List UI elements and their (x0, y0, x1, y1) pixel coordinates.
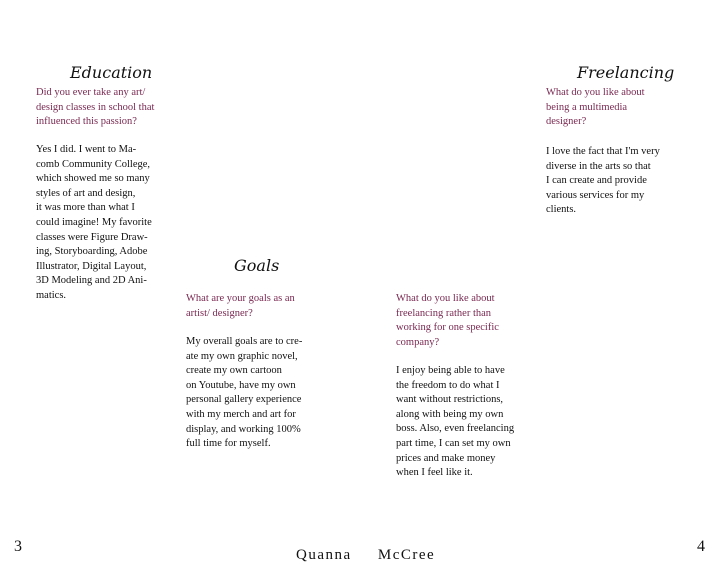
author-name-footer: Quanna McCree (296, 547, 436, 563)
text-line: artist/ designer? (186, 307, 253, 319)
text-line: when I feel like it. (396, 467, 473, 479)
text-line: part time, I can set my own (396, 437, 511, 449)
text-line: which showed me so many (36, 173, 150, 185)
text-line: matics. (36, 289, 67, 301)
freelancing-vs-company-question: What do you like about freelancing rather… (396, 292, 499, 350)
text-line: with my merch and art for (186, 408, 296, 420)
text-line: influenced this passion? (36, 116, 137, 128)
text-line: ing, Storyboarding, Adobe (36, 246, 148, 258)
text-line: want without restrictions, (396, 394, 504, 406)
text-line: comb Community College, (36, 158, 151, 170)
text-line: What do you like about (546, 87, 645, 98)
text-line: ate my own graphic novel, (186, 350, 298, 362)
text-line: boss. Also, even freelancing (396, 423, 515, 435)
text-line: styles of art and design, (36, 187, 136, 199)
text-line: working for one specific (396, 322, 499, 334)
education-heading: Education (70, 63, 153, 82)
text-line: various services for my (546, 189, 645, 201)
text-line: freelancing rather than (396, 307, 492, 319)
text-line: clients. (546, 204, 577, 216)
text-line: create my own cartoon (186, 365, 282, 377)
text-line: display, and working 100% (186, 423, 301, 435)
text-line: prices and make money (396, 452, 496, 464)
text-line: could imagine! My favorite (36, 216, 152, 228)
text-line: What are your goals as an (186, 293, 295, 304)
text-line: designer? (546, 116, 587, 128)
text-line: full time for myself. (186, 438, 271, 450)
text-line: Did you ever take any art/ (36, 87, 146, 98)
text-line: Yes I did. I went to Ma- (36, 144, 137, 155)
text-line: being a multimedia (546, 101, 628, 113)
page-number-left: 3 (14, 538, 22, 555)
text-line: the freedom to do what I (396, 379, 500, 391)
text-line: company? (396, 336, 440, 348)
text-line: I can create and provide (546, 175, 647, 187)
text-line: Illustrator, Digital Layout, (36, 260, 147, 272)
goals-question: What are your goals as an artist/ designe… (186, 292, 295, 321)
text-line: diverse in the arts so that (546, 160, 651, 172)
text-line: What do you like about (396, 293, 495, 304)
text-line: I love the fact that I'm very (546, 146, 660, 157)
freelancing-heading: Freelancing (577, 63, 675, 82)
text-line: design classes in school that (36, 101, 155, 113)
education-answer: Yes I did. I went to Ma-comb Community C… (36, 143, 152, 304)
text-line: I enjoy being able to have (396, 365, 505, 376)
text-line: on Youtube, have my own (186, 379, 296, 391)
goals-heading: Goals (234, 256, 280, 275)
freelancing-vs-company-answer: I enjoy being able to have the freedom to… (396, 364, 514, 481)
text-line: classes were Figure Draw- (36, 231, 148, 243)
text-line: personal gallery experience (186, 394, 302, 406)
goals-answer: My overall goals are to cre-ate my own g… (186, 335, 302, 452)
education-question: Did you ever take any art/design classes… (36, 86, 154, 130)
page-number-right: 4 (697, 538, 705, 555)
text-line: it was more than what I (36, 202, 135, 214)
freelancing-answer: I love the fact that I'm very diverse in … (546, 145, 660, 218)
freelancing-question: What do you like about being a multimedia… (546, 86, 645, 130)
text-line: My overall goals are to cre- (186, 336, 303, 347)
text-line: along with being my own (396, 408, 504, 420)
text-line: 3D Modeling and 2D Ani- (36, 275, 147, 287)
